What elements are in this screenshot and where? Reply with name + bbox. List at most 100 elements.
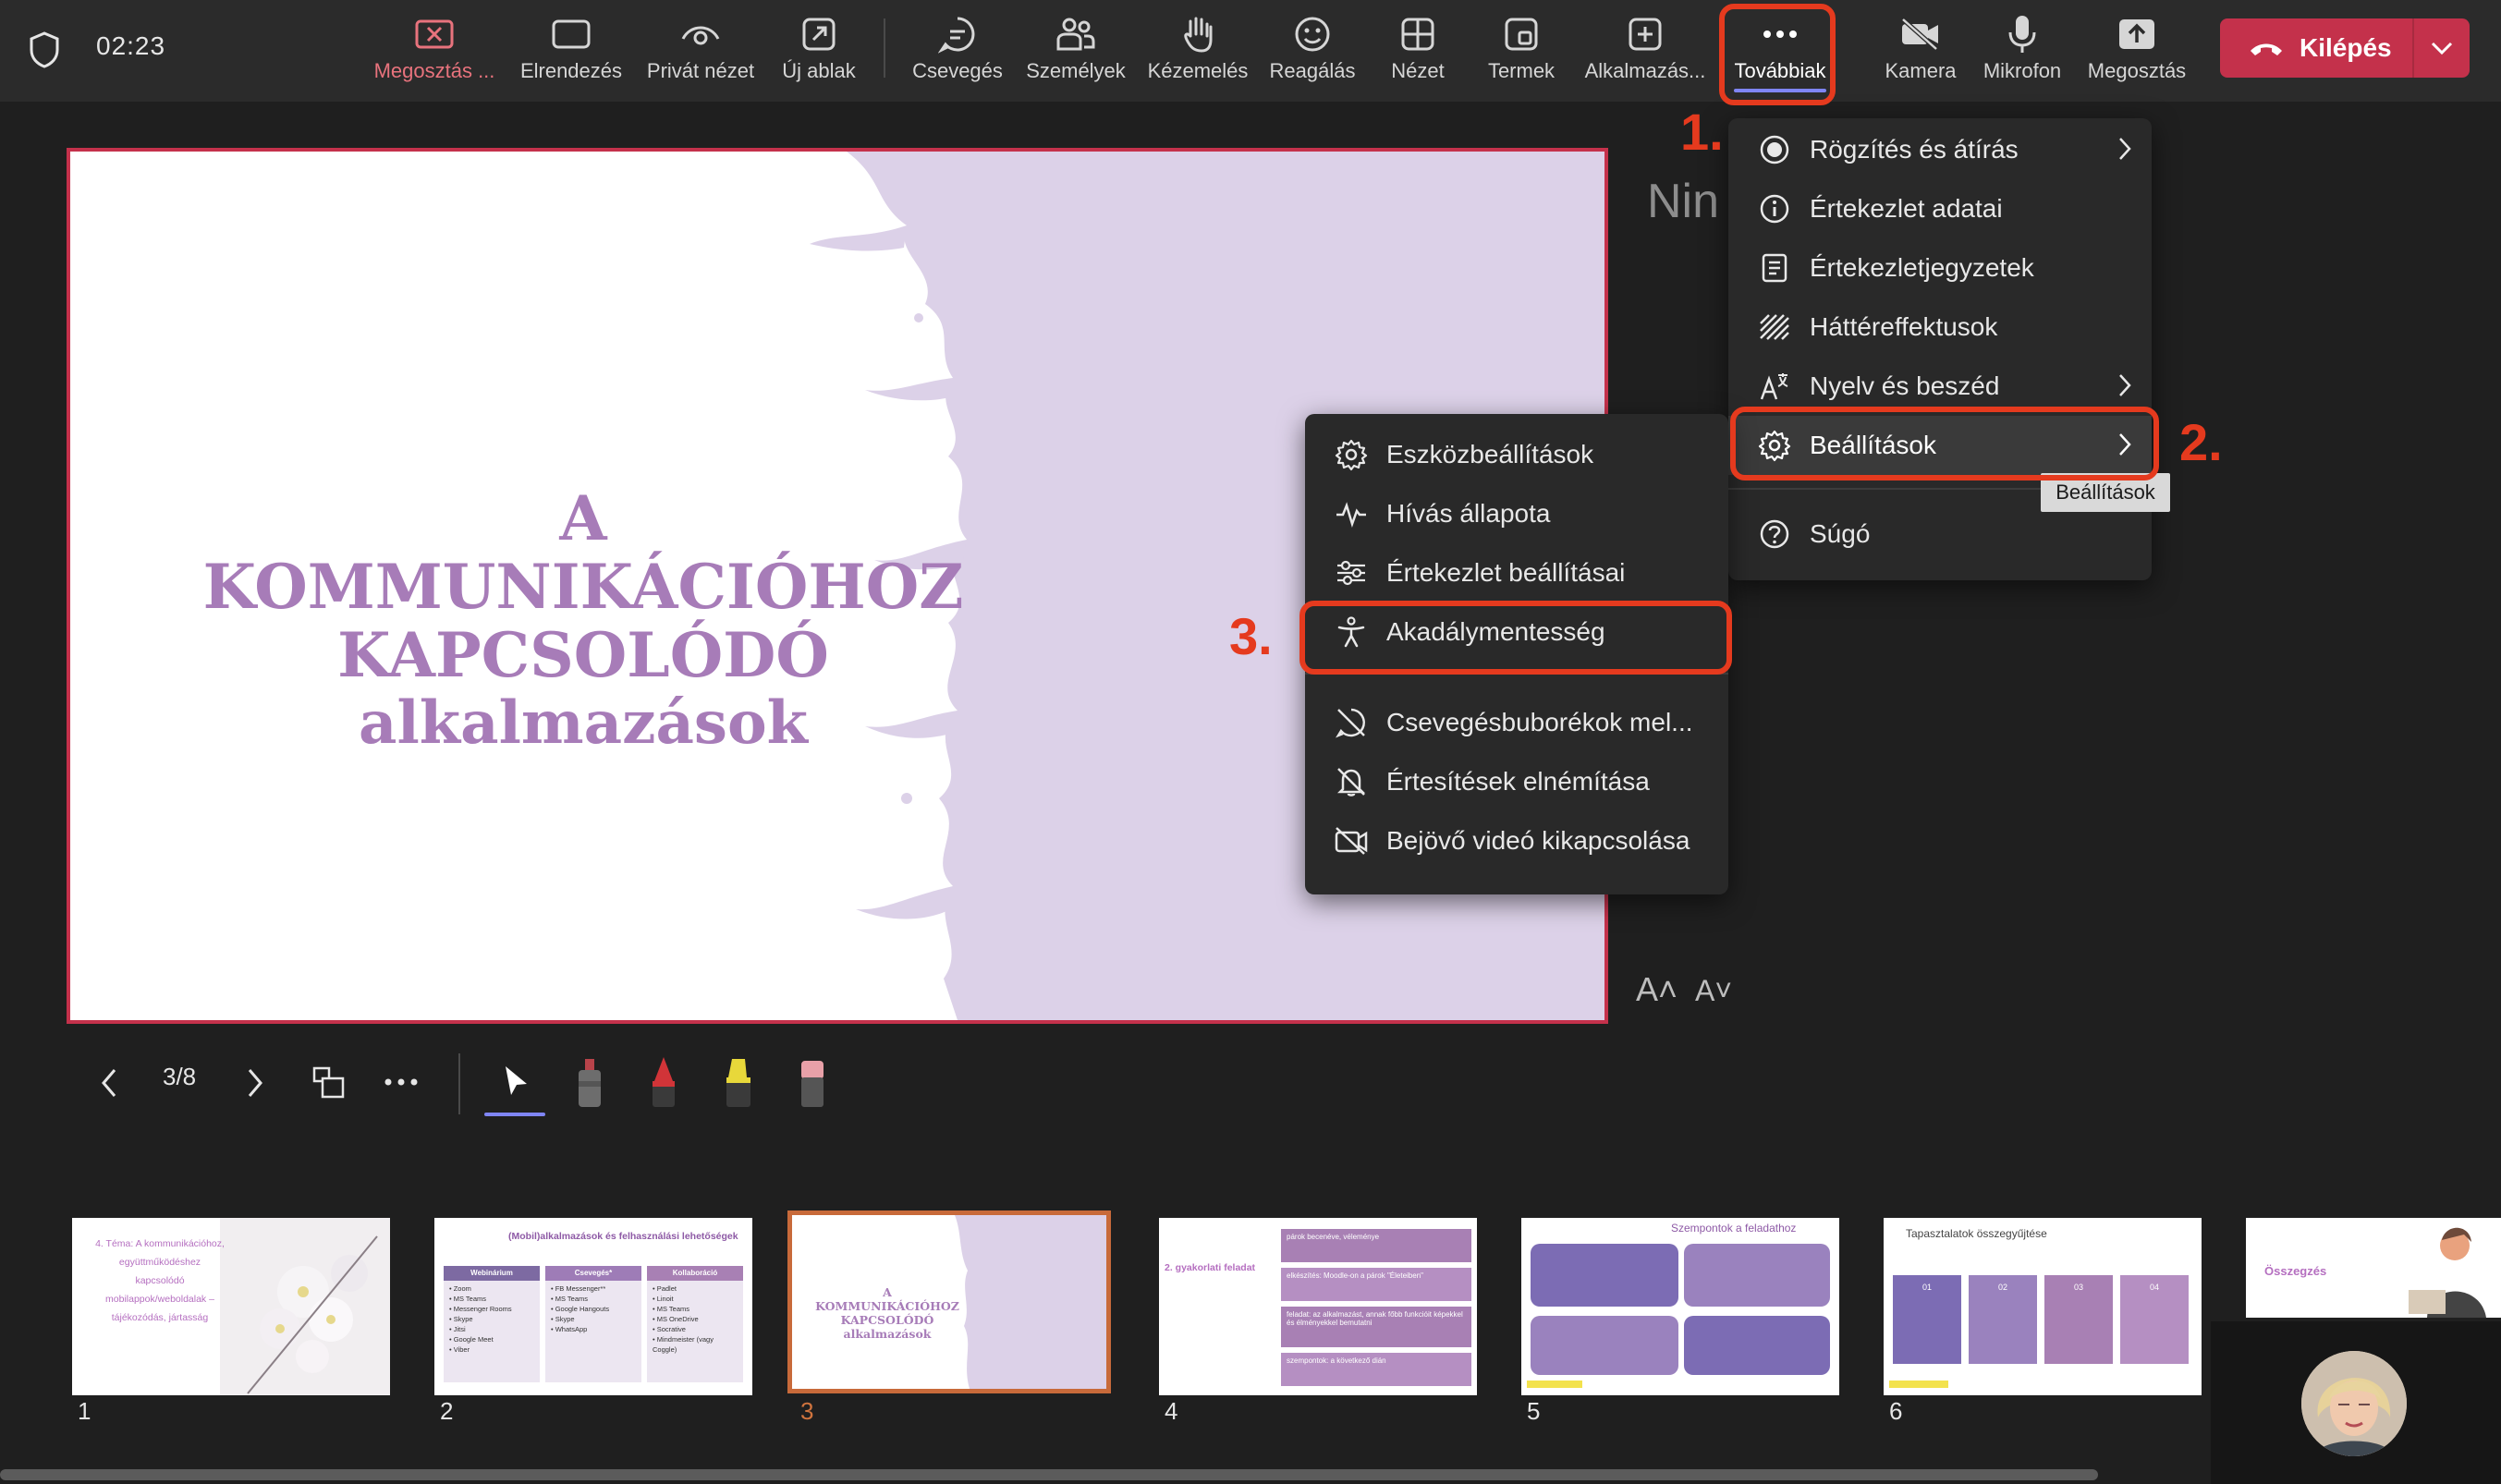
grid-view-button[interactable]	[309, 1063, 349, 1103]
thumbnail-text: • WhatsApp	[551, 1325, 588, 1333]
people-icon	[1055, 16, 1097, 53]
thumbnail-text: • Padlet	[653, 1284, 677, 1293]
gear-icon	[1333, 436, 1370, 473]
thumbnail-box: szempontok: a következő dián	[1281, 1353, 1471, 1386]
slide-thumbnail-6[interactable]: Tapasztalatok összegyűjtése 01 02 03 04	[1884, 1218, 2202, 1395]
apps-button[interactable]: Alkalmazás...	[1582, 9, 1708, 94]
thumbnail-text: • Socrative	[653, 1325, 686, 1333]
submenu-item-turn-off-video[interactable]: Bejövő videó kikapcsolása	[1305, 811, 1728, 870]
leave-options-button[interactable]	[2414, 18, 2470, 78]
menu-item-meeting-info[interactable]: Értekezlet adatai	[1728, 179, 2152, 238]
raise-hand-button[interactable]: Kézemelés	[1135, 9, 1261, 94]
smiley-icon	[1293, 15, 1332, 54]
record-icon	[1756, 131, 1793, 168]
menu-item-recording[interactable]: Rögzítés és átírás	[1728, 120, 2152, 179]
previous-slide-button[interactable]	[92, 1064, 126, 1101]
submenu-item-label: Bejövő videó kikapcsolása	[1386, 826, 1690, 855]
thumbnail-text: mobilappok/weboldalak –	[105, 1294, 214, 1305]
microphone-label: Mikrofon	[1982, 59, 2062, 82]
thumbnail-box: elkészítés: Moodle-on a párok "Életeiben…	[1281, 1268, 1471, 1301]
pointer-active-indicator	[484, 1113, 545, 1116]
eraser-tool-button[interactable]	[791, 1053, 832, 1113]
new-window-label: Új ablak	[782, 59, 856, 82]
thumbnail-text: • Mindmeister (vagy Coggle)	[653, 1335, 714, 1354]
stop-sharing-label: Megosztás ...	[373, 59, 495, 82]
slide-thumbnail-1[interactable]: 4. Téma: A kommunikációhoz, együttműködé…	[72, 1218, 390, 1395]
thumbnail-column-head: Csevegés*	[545, 1266, 641, 1281]
rooms-icon	[1503, 16, 1540, 53]
slide-number: 6	[1889, 1397, 1903, 1425]
menu-item-help[interactable]: Súgó	[1728, 505, 2152, 564]
slide-thumbnail-3[interactable]: A KOMMUNIKÁCIÓHOZ KAPCSOLÓDÓ alkalmazáso…	[787, 1210, 1111, 1393]
mic-icon	[2007, 14, 2038, 55]
menu-item-meeting-notes[interactable]: Értekezletjegyzetek	[1728, 238, 2152, 298]
toolbar-divider	[884, 18, 885, 78]
more-options-button[interactable]	[381, 1068, 421, 1096]
thumbnail-text: 4. Téma: A kommunikációhoz,	[95, 1238, 225, 1249]
stop-sharing-button[interactable]: Megosztás ...	[372, 9, 497, 94]
marker-tool-button[interactable]	[569, 1053, 610, 1113]
submenu-item-device-settings[interactable]: Eszközbeállítások	[1305, 425, 1728, 484]
slide-thumbnail-4[interactable]: 2. gyakorlati feladat párok becenéve, vé…	[1159, 1218, 1477, 1395]
thumbnail-text: • MS Teams	[449, 1295, 486, 1303]
menu-item-label: Súgó	[1810, 519, 1871, 548]
pen-tool-button[interactable]	[643, 1053, 684, 1113]
thumbnail-card: 03	[2044, 1275, 2113, 1364]
microphone-button[interactable]: Mikrofon	[1959, 9, 2085, 94]
private-view-button[interactable]: Privát nézet	[638, 9, 763, 94]
add-app-icon	[1627, 16, 1664, 53]
menu-item-background-effects[interactable]: Háttéreffektusok	[1728, 298, 2152, 357]
new-window-button[interactable]: Új ablak	[756, 9, 882, 94]
bell-off-icon	[1333, 763, 1370, 800]
menu-item-label: Rögzítés és átírás	[1810, 135, 2019, 164]
step-1-label: 1.	[1680, 103, 1724, 161]
next-slide-button[interactable]	[238, 1064, 272, 1101]
decrease-font-button[interactable]: A˅	[1695, 974, 1732, 1008]
slide-page-indicator: 3/8	[163, 1063, 197, 1090]
chat-label: Csevegés	[912, 59, 1003, 82]
marker-icon	[571, 1055, 608, 1111]
submenu-item-mute-notifications[interactable]: Értesítések elnémítása	[1305, 752, 1728, 811]
thumbnail-text: kapcsolódó	[135, 1275, 185, 1286]
people-button[interactable]: Személyek	[1013, 9, 1139, 94]
pen-icon	[645, 1055, 682, 1111]
slide-thumbnail-2[interactable]: (Mobil)alkalmazások és felhasználási leh…	[434, 1218, 752, 1395]
person-illustration	[2409, 1227, 2486, 1318]
thumbnail-box	[1531, 1244, 1678, 1307]
slide-thumbnail-7[interactable]: Összegzés	[2246, 1218, 2501, 1318]
thumbnail-card: 04	[2120, 1275, 2189, 1364]
submenu-item-call-health[interactable]: Hívás állapota	[1305, 484, 1728, 543]
laser-pointer-button[interactable]	[495, 1059, 536, 1105]
hang-up-icon	[2248, 39, 2285, 57]
leave-button[interactable]: Kilépés	[2220, 18, 2412, 78]
highlighter-tool-button[interactable]	[717, 1053, 758, 1113]
thumbnail-box: párok becenéve, véleménye	[1281, 1229, 1471, 1262]
chat-bubble-off-icon	[1333, 704, 1370, 741]
thumbnail-card: 02	[1969, 1275, 2037, 1364]
notes-icon	[1756, 249, 1793, 286]
thumbnail-title: Tapasztalatok összegyűjtése	[1906, 1227, 2047, 1240]
meeting-toolbar: 02:23 Megosztás ... Elrendezés Privát né…	[0, 0, 2501, 102]
rooms-button[interactable]: Termek	[1458, 9, 1584, 94]
stop-share-icon	[414, 18, 455, 50]
submenu-item-chat-bubbles[interactable]: Csevegésbuborékok mel...	[1305, 693, 1728, 752]
share-icon	[2117, 17, 2156, 52]
sliders-icon	[1333, 554, 1370, 591]
pulse-icon	[1333, 495, 1370, 532]
chat-button[interactable]: Csevegés	[895, 9, 1020, 94]
submenu-item-meeting-options[interactable]: Értekezlet beállításai	[1305, 543, 1728, 602]
submenu-item-label: Hívás állapota	[1386, 499, 1551, 528]
slide-thumbnail-5[interactable]: Szempontok a feladathoz	[1521, 1218, 1839, 1395]
increase-font-button[interactable]: A˄	[1636, 970, 1678, 1009]
slide-number: 3	[800, 1397, 814, 1425]
notes-partial-text: Nin	[1647, 175, 1720, 228]
submenu-item-label: Értekezlet beállításai	[1386, 558, 1626, 587]
menu-item-label: Értekezletjegyzetek	[1810, 253, 2034, 282]
thumbnail-text: A	[883, 1285, 892, 1299]
layout-button[interactable]: Elrendezés	[508, 9, 634, 94]
thumbnails-scrollbar[interactable]	[0, 1469, 2098, 1480]
hand-icon	[1179, 14, 1216, 55]
thumbnail-text: • Messenger Rooms	[449, 1305, 512, 1313]
share-button[interactable]: Megosztás	[2074, 9, 2200, 94]
thumbnail-highlight	[1527, 1381, 1582, 1388]
